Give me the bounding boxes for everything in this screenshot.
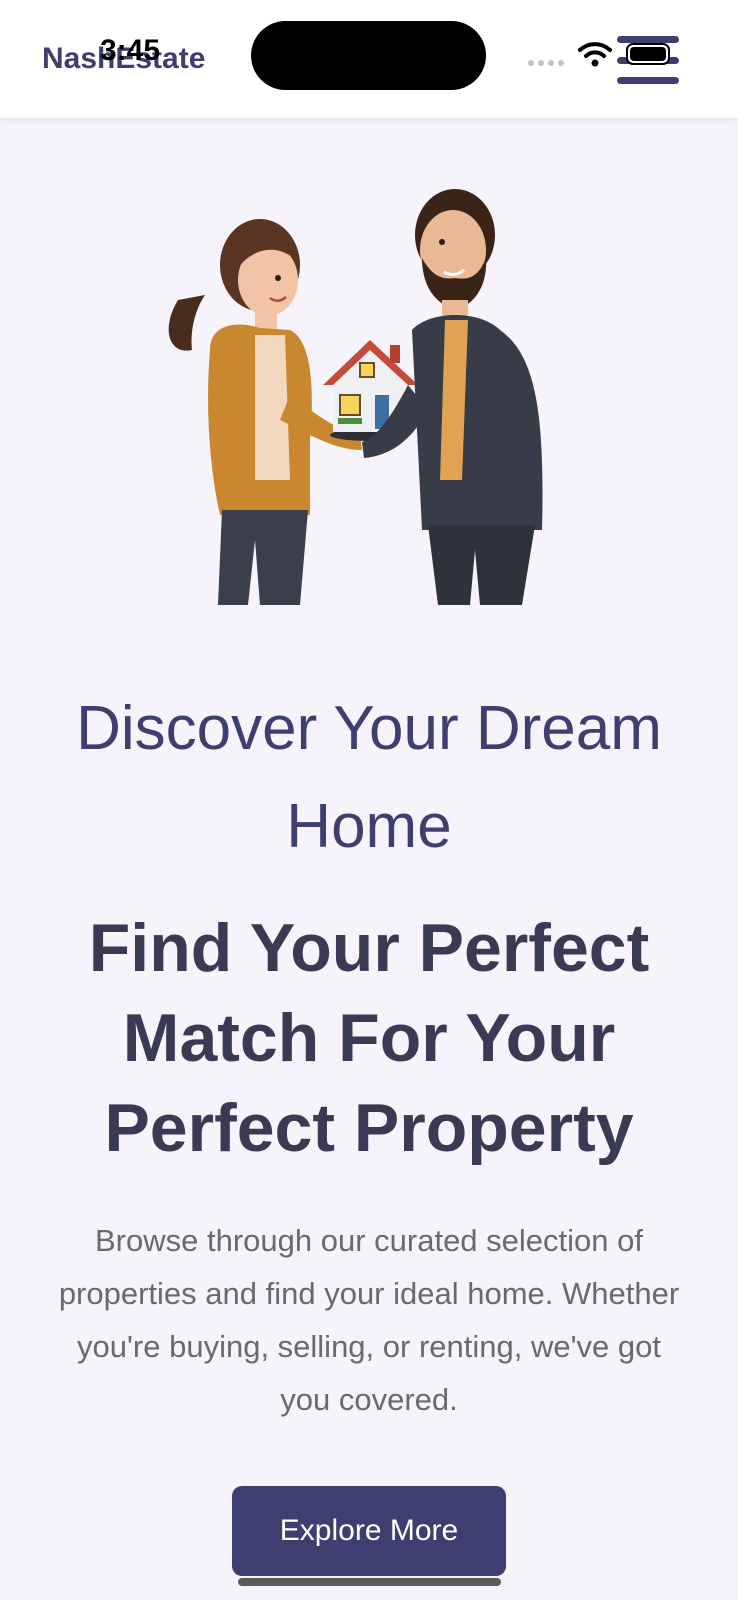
hero-description: Browse through our curated selection of …	[58, 1223, 680, 1417]
home-indicator	[238, 1578, 501, 1586]
couple-holding-house-illustration	[168, 189, 543, 605]
hero-headline: Find Your Perfect Match For Your Perfect…	[88, 910, 650, 1166]
battery-icon	[626, 43, 670, 65]
cellular-signal-icon	[528, 60, 564, 66]
dynamic-island	[251, 21, 486, 90]
app-header: NashEstate 3:45	[0, 0, 738, 118]
status-time: 3:45	[100, 34, 161, 67]
explore-more-button[interactable]: Explore More	[232, 1486, 506, 1576]
wifi-icon	[578, 42, 612, 67]
hero-subtitle: Discover Your Dream Home	[76, 694, 662, 861]
